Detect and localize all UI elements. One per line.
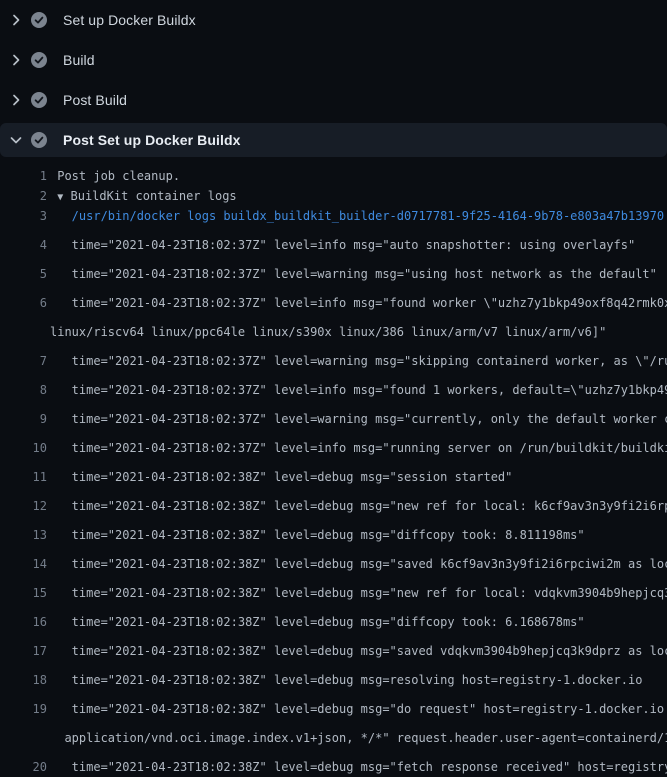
log-line: 18 time="2021-04-23T18:02:38Z" level=deb… bbox=[0, 670, 667, 690]
log-text: time="2021-04-23T18:02:37Z" level=info m… bbox=[47, 380, 667, 400]
step-title: Post Build bbox=[63, 92, 127, 108]
log-text: time="2021-04-23T18:02:38Z" level=debug … bbox=[47, 612, 585, 632]
line-number[interactable]: 19 bbox=[0, 699, 47, 719]
check-circle-icon bbox=[31, 92, 47, 108]
log-lines: 1 Post job cleanup.2 ▼ BuildKit containe… bbox=[0, 166, 667, 777]
line-number[interactable]: 1 bbox=[0, 166, 47, 186]
log-line: 6 time="2021-04-23T18:02:37Z" level=info… bbox=[0, 293, 667, 313]
line-number[interactable] bbox=[0, 728, 47, 748]
log-line: 11 time="2021-04-23T18:02:38Z" level=deb… bbox=[0, 467, 667, 487]
log-line: 4 time="2021-04-23T18:02:37Z" level=info… bbox=[0, 235, 667, 255]
log-text: ▼ BuildKit container logs bbox=[47, 186, 237, 206]
line-number[interactable] bbox=[0, 322, 47, 342]
step-header-build[interactable]: Build bbox=[0, 40, 667, 80]
log-line: 2 ▼ BuildKit container logs bbox=[0, 186, 667, 206]
log-text: time="2021-04-23T18:02:37Z" level=warnin… bbox=[47, 351, 667, 371]
log-text: Post job cleanup. bbox=[47, 166, 180, 186]
log-text: time="2021-04-23T18:02:37Z" level=warnin… bbox=[47, 264, 657, 284]
log-line: 10 time="2021-04-23T18:02:37Z" level=inf… bbox=[0, 438, 667, 458]
line-number[interactable]: 12 bbox=[0, 496, 47, 516]
chevron-right-icon bbox=[8, 92, 24, 108]
check-circle-icon bbox=[31, 52, 47, 68]
line-number[interactable]: 10 bbox=[0, 438, 47, 458]
step-header-post-set-up-docker-buildx[interactable]: Post Set up Docker Buildx bbox=[0, 123, 667, 157]
line-number[interactable]: 6 bbox=[0, 293, 47, 313]
log-text: application/vnd.oci.image.index.v1+json,… bbox=[47, 728, 667, 748]
log-text: time="2021-04-23T18:02:37Z" level=warnin… bbox=[47, 409, 667, 429]
log-text: time="2021-04-23T18:02:38Z" level=debug … bbox=[47, 467, 512, 487]
check-circle-icon bbox=[31, 12, 47, 28]
log-line: 15 time="2021-04-23T18:02:38Z" level=deb… bbox=[0, 583, 667, 603]
line-number[interactable]: 9 bbox=[0, 409, 47, 429]
log-line: 9 time="2021-04-23T18:02:37Z" level=warn… bbox=[0, 409, 667, 429]
actions-log-viewer: Set up Docker Buildx Build Post Build Po… bbox=[0, 0, 667, 600]
log-text: time="2021-04-23T18:02:38Z" level=debug … bbox=[47, 699, 667, 719]
command-text: /usr/bin/docker logs buildx_buildkit_bui… bbox=[47, 206, 664, 226]
line-number[interactable]: 14 bbox=[0, 554, 47, 574]
step-header-post-build[interactable]: Post Build bbox=[0, 80, 667, 120]
line-number[interactable]: 4 bbox=[0, 235, 47, 255]
log-text: time="2021-04-23T18:02:38Z" level=debug … bbox=[47, 583, 667, 603]
log-text: time="2021-04-23T18:02:38Z" level=debug … bbox=[47, 757, 667, 777]
log-text: linux/riscv64 linux/ppc64le linux/s390x … bbox=[47, 322, 606, 342]
check-circle-icon bbox=[31, 132, 47, 148]
log-group-toggle-icon[interactable]: ▼ bbox=[57, 192, 63, 203]
line-number[interactable]: 8 bbox=[0, 380, 47, 400]
line-number[interactable]: 3 bbox=[0, 206, 47, 226]
line-number[interactable]: 5 bbox=[0, 264, 47, 284]
log-line: 17 time="2021-04-23T18:02:38Z" level=deb… bbox=[0, 641, 667, 661]
line-number[interactable]: 15 bbox=[0, 583, 47, 603]
line-number[interactable]: 16 bbox=[0, 612, 47, 632]
log-line: 7 time="2021-04-23T18:02:37Z" level=warn… bbox=[0, 351, 667, 371]
log-line: 12 time="2021-04-23T18:02:38Z" level=deb… bbox=[0, 496, 667, 516]
log-line: 8 time="2021-04-23T18:02:37Z" level=info… bbox=[0, 380, 667, 400]
chevron-right-icon bbox=[8, 52, 24, 68]
log-line: 19 time="2021-04-23T18:02:38Z" level=deb… bbox=[0, 699, 667, 719]
log-line: 5 time="2021-04-23T18:02:37Z" level=warn… bbox=[0, 264, 667, 284]
line-number[interactable]: 2 bbox=[0, 186, 47, 206]
chevron-down-icon bbox=[8, 132, 24, 148]
log-text: time="2021-04-23T18:02:38Z" level=debug … bbox=[47, 525, 585, 545]
log-text: time="2021-04-23T18:02:37Z" level=info m… bbox=[47, 293, 667, 313]
log-text: time="2021-04-23T18:02:38Z" level=debug … bbox=[47, 670, 642, 690]
step-title: Post Set up Docker Buildx bbox=[63, 132, 241, 148]
log-text: time="2021-04-23T18:02:37Z" level=info m… bbox=[47, 438, 667, 458]
log-line: application/vnd.oci.image.index.v1+json,… bbox=[0, 728, 667, 748]
log-text: time="2021-04-23T18:02:38Z" level=debug … bbox=[47, 554, 667, 574]
line-number[interactable]: 17 bbox=[0, 641, 47, 661]
line-number[interactable]: 13 bbox=[0, 525, 47, 545]
log-line: 20 time="2021-04-23T18:02:38Z" level=deb… bbox=[0, 757, 667, 777]
chevron-right-icon bbox=[8, 12, 24, 28]
log-line: linux/riscv64 linux/ppc64le linux/s390x … bbox=[0, 322, 667, 342]
line-number[interactable]: 20 bbox=[0, 757, 47, 777]
log-line: 14 time="2021-04-23T18:02:38Z" level=deb… bbox=[0, 554, 667, 574]
step-title: Build bbox=[63, 52, 95, 68]
log-text: time="2021-04-23T18:02:37Z" level=info m… bbox=[47, 235, 635, 255]
log-line: 1 Post job cleanup. bbox=[0, 166, 667, 186]
log-line: 3 /usr/bin/docker logs buildx_buildkit_b… bbox=[0, 206, 667, 226]
line-number[interactable]: 18 bbox=[0, 670, 47, 690]
step-header-set-up-docker-buildx[interactable]: Set up Docker Buildx bbox=[0, 0, 667, 40]
log-text: time="2021-04-23T18:02:38Z" level=debug … bbox=[47, 641, 667, 661]
log-line: 13 time="2021-04-23T18:02:38Z" level=deb… bbox=[0, 525, 667, 545]
line-number[interactable]: 11 bbox=[0, 467, 47, 487]
line-number[interactable]: 7 bbox=[0, 351, 47, 371]
step-title: Set up Docker Buildx bbox=[63, 12, 196, 28]
log-text: time="2021-04-23T18:02:38Z" level=debug … bbox=[47, 496, 667, 516]
log-line: 16 time="2021-04-23T18:02:38Z" level=deb… bbox=[0, 612, 667, 632]
